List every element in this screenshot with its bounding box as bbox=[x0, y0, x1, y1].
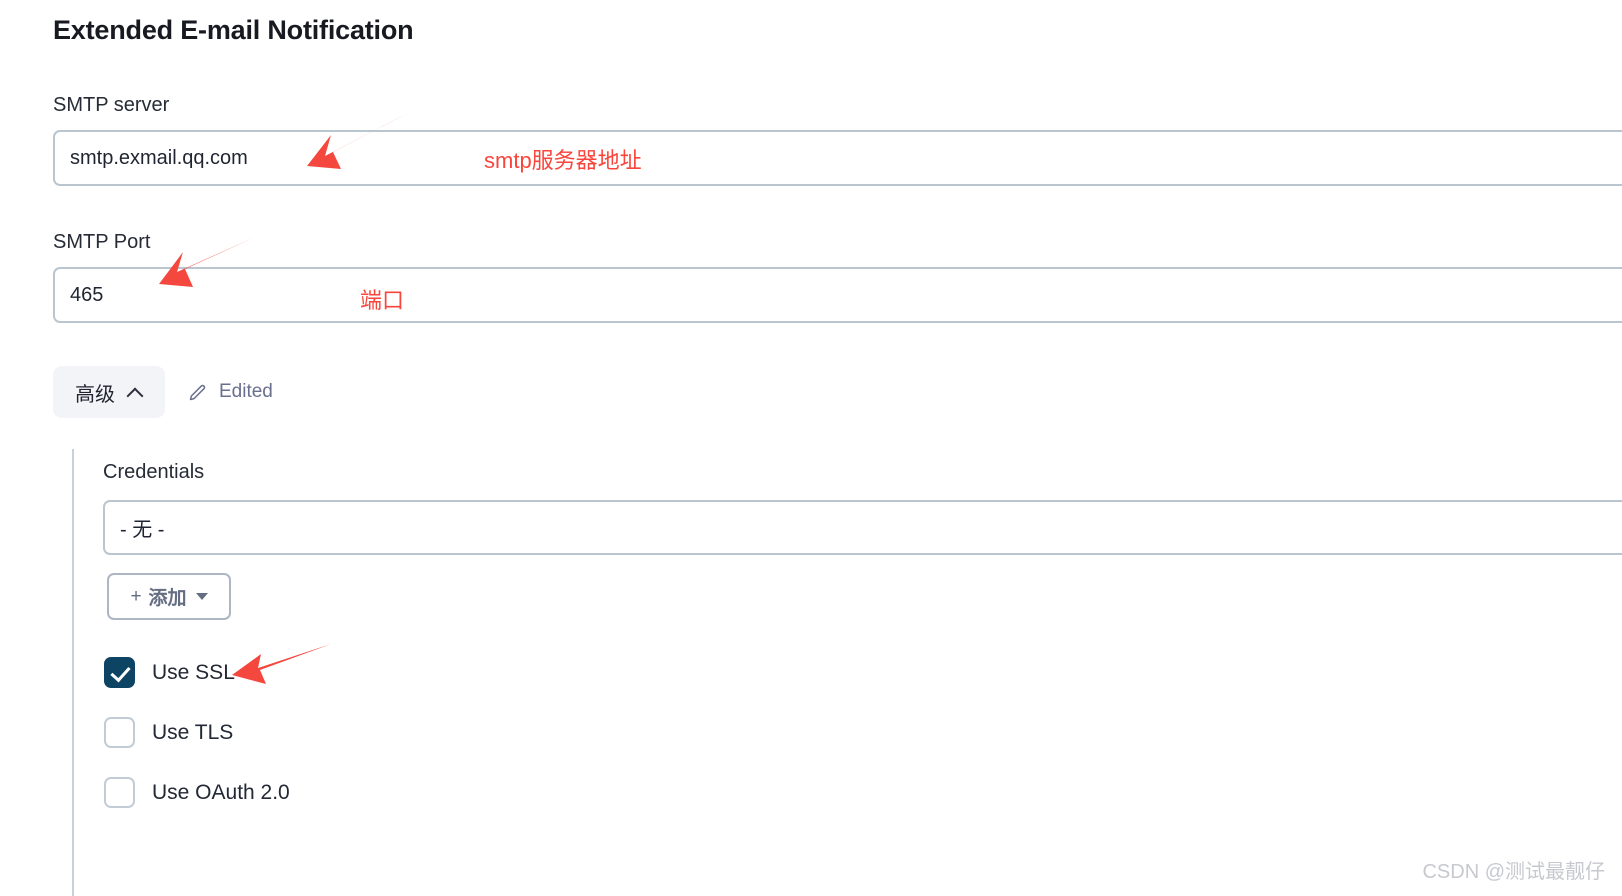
edited-label: Edited bbox=[219, 381, 273, 402]
advanced-toggle-button[interactable]: 高级 bbox=[53, 366, 165, 418]
plus-icon: + bbox=[130, 585, 142, 607]
checkbox-label-use-oauth: Use OAuth 2.0 bbox=[152, 780, 290, 804]
settings-page: Extended E-mail Notification SMTP server… bbox=[0, 0, 1622, 896]
checkbox-use-ssl[interactable] bbox=[104, 657, 135, 688]
checkbox-label-use-tls: Use TLS bbox=[152, 720, 234, 744]
advanced-button-label: 高级 bbox=[75, 383, 115, 406]
add-credential-label: 添加 bbox=[148, 588, 187, 609]
credentials-select[interactable]: - 无 - bbox=[103, 500, 1622, 555]
checkbox-row-use-tls[interactable]: Use TLS bbox=[104, 717, 233, 748]
annotation-smtp-port: 端口 bbox=[360, 288, 405, 313]
annotation-smtp-server: smtp服务器地址 bbox=[484, 148, 642, 173]
caret-down-icon bbox=[195, 593, 208, 600]
page-title: Extended E-mail Notification bbox=[53, 15, 414, 45]
advanced-panel: Credentials - 无 - + 添加 Use SSL Use TLS U… bbox=[72, 449, 1622, 896]
advanced-row: 高级 Edited bbox=[53, 366, 273, 418]
smtp-port-input[interactable]: 465 bbox=[53, 267, 1622, 323]
chevron-up-icon bbox=[129, 387, 143, 401]
checkbox-label-use-ssl: Use SSL bbox=[152, 660, 235, 684]
smtp-server-input[interactable]: smtp.exmail.qq.com bbox=[53, 130, 1622, 186]
watermark: CSDN @测试最靓仔 bbox=[1422, 861, 1605, 883]
checkbox-row-use-ssl[interactable]: Use SSL bbox=[104, 657, 235, 688]
checkbox-row-use-oauth[interactable]: Use OAuth 2.0 bbox=[104, 777, 290, 808]
pencil-icon bbox=[189, 384, 206, 400]
smtp-server-label: SMTP server bbox=[53, 94, 170, 116]
checkbox-use-tls[interactable] bbox=[104, 717, 135, 748]
checkbox-use-oauth[interactable] bbox=[104, 777, 135, 808]
credentials-label: Credentials bbox=[103, 461, 205, 483]
add-credential-button[interactable]: + 添加 bbox=[107, 573, 231, 620]
smtp-port-label: SMTP Port bbox=[53, 231, 151, 253]
edited-status: Edited bbox=[187, 381, 273, 403]
